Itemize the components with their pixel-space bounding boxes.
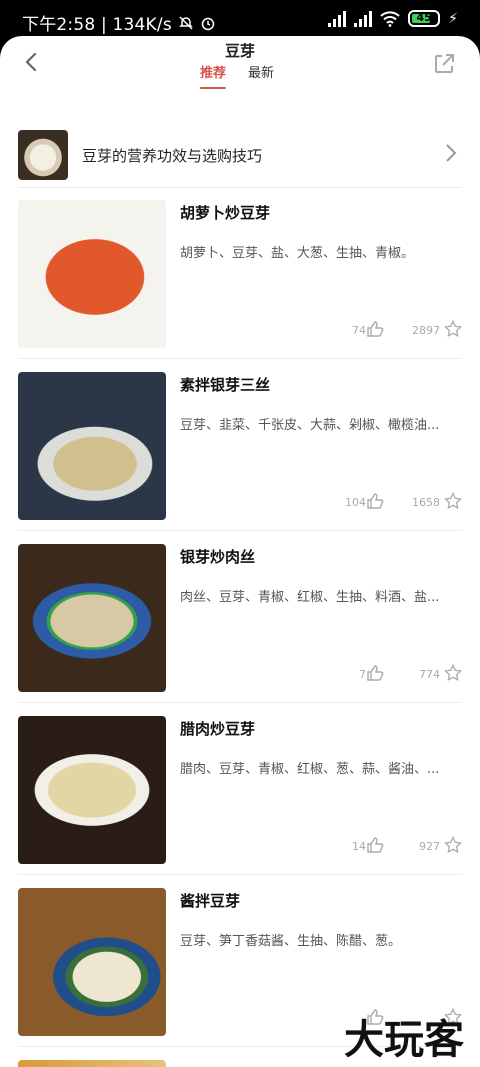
recipe-card[interactable]: 腊肉炒豆芽 腊肉、豆芽、青椒、红椒、葱、蒜、酱油、... 14 927 — [0, 714, 480, 886]
signal-icon — [354, 10, 373, 27]
divider — [18, 358, 462, 359]
star-icon[interactable] — [444, 836, 462, 854]
star-icon[interactable] — [444, 320, 462, 338]
recipe-photo — [18, 372, 166, 520]
divider — [18, 530, 462, 531]
recipe-photo — [18, 544, 166, 692]
alarm-icon — [201, 17, 215, 30]
favorite-count: 1658 — [412, 496, 440, 509]
like-count: 104 — [345, 496, 366, 509]
status-icons: 45 ⚡ — [328, 10, 458, 27]
recipe-ingredients: 豆芽、笋丁香菇酱、生抽、陈醋、葱。 — [180, 934, 402, 949]
signal-icon — [328, 10, 347, 27]
thumbs-up-icon[interactable] — [366, 320, 384, 338]
share-icon[interactable] — [432, 52, 456, 76]
recipe-stats: 14 927 — [180, 836, 462, 858]
charging-icon: ⚡ — [448, 10, 458, 27]
tab-latest[interactable]: 最新 — [248, 62, 274, 89]
header: 豆芽 推荐 最新 — [0, 36, 480, 114]
like-count: 74 — [352, 324, 366, 337]
recipe-title: 素拌银芽三丝 — [180, 376, 271, 394]
recipe-ingredients: 胡萝卜、豆芽、盐、大葱、生抽、青椒。 — [180, 246, 415, 261]
page-sheet: 豆芽 推荐 最新 豆芽的营养功效与选购技巧 胡萝卜炒豆芽 胡萝卜、豆芽、盐、大葱… — [0, 36, 480, 1067]
watermark-logo: 大玩客 — [344, 1017, 464, 1063]
tip-thumbnail — [18, 130, 68, 180]
recipe-photo — [18, 888, 166, 1036]
recipe-title: 银芽炒肉丝 — [180, 548, 256, 566]
recipe-ingredients: 豆芽、韭菜、千张皮、大蒜、剁椒、橄榄油... — [180, 418, 440, 433]
thumbs-up-icon[interactable] — [366, 664, 384, 682]
recipe-title: 腊肉炒豆芽 — [180, 720, 256, 738]
like-count: 14 — [352, 840, 366, 853]
favorite-count: 774 — [419, 668, 440, 681]
star-icon[interactable] — [444, 492, 462, 510]
wifi-icon — [380, 10, 400, 27]
nutrition-tip-row[interactable]: 豆芽的营养功效与选购技巧 — [18, 124, 462, 186]
recipe-title: 酱拌豆芽 — [180, 892, 241, 910]
favorite-count: 2897 — [412, 324, 440, 337]
recipe-card[interactable]: 素拌银芽三丝 豆芽、韭菜、千张皮、大蒜、剁椒、橄榄油... 104 1658 — [0, 370, 480, 542]
recipe-stats: 74 2897 — [180, 320, 462, 342]
tip-text: 豆芽的营养功效与选购技巧 — [82, 146, 263, 165]
recipe-photo — [18, 716, 166, 864]
recipe-photo — [18, 1060, 166, 1067]
tab-recommended[interactable]: 推荐 — [200, 62, 227, 89]
recipe-stats: 104 1658 — [180, 492, 462, 514]
thumbs-up-icon[interactable] — [366, 836, 384, 854]
recipe-stats: 7 774 — [180, 664, 462, 686]
thumbs-up-icon[interactable] — [366, 492, 384, 510]
divider — [18, 702, 462, 703]
page-title: 豆芽 — [224, 42, 255, 60]
recipe-card[interactable]: 银芽炒肉丝 肉丝、豆芽、青椒、红椒、生抽、料酒、盐... 7 774 — [0, 542, 480, 714]
like-count: 7 — [359, 668, 366, 681]
chevron-right-icon — [446, 144, 457, 162]
status-time: 下午2:58 | 134K/s — [22, 10, 216, 35]
status-time-text: 下午2:58 | 134K/s — [22, 15, 172, 35]
recipe-card[interactable]: 胡萝卜炒豆芽 胡萝卜、豆芽、盐、大葱、生抽、青椒。 74 2897 — [0, 198, 480, 370]
recipe-photo — [18, 200, 166, 348]
recipe-title: 胡萝卜炒豆芽 — [180, 204, 271, 222]
battery-icon: 45 — [408, 10, 441, 27]
recipe-ingredients: 腊肉、豆芽、青椒、红椒、葱、蒜、酱油、... — [180, 762, 440, 777]
divider — [18, 874, 462, 875]
recipe-ingredients: 肉丝、豆芽、青椒、红椒、生抽、料酒、盐... — [180, 590, 440, 605]
tab-bar: 推荐 最新 — [200, 62, 274, 89]
favorite-count: 927 — [419, 840, 440, 853]
divider — [18, 187, 462, 188]
watermark-text: 大玩客 — [344, 1017, 464, 1063]
battery-level: 45 — [416, 11, 432, 24]
status-bar: 下午2:58 | 134K/s 45 ⚡ — [0, 0, 480, 40]
star-icon[interactable] — [444, 664, 462, 682]
mute-icon — [179, 15, 193, 30]
